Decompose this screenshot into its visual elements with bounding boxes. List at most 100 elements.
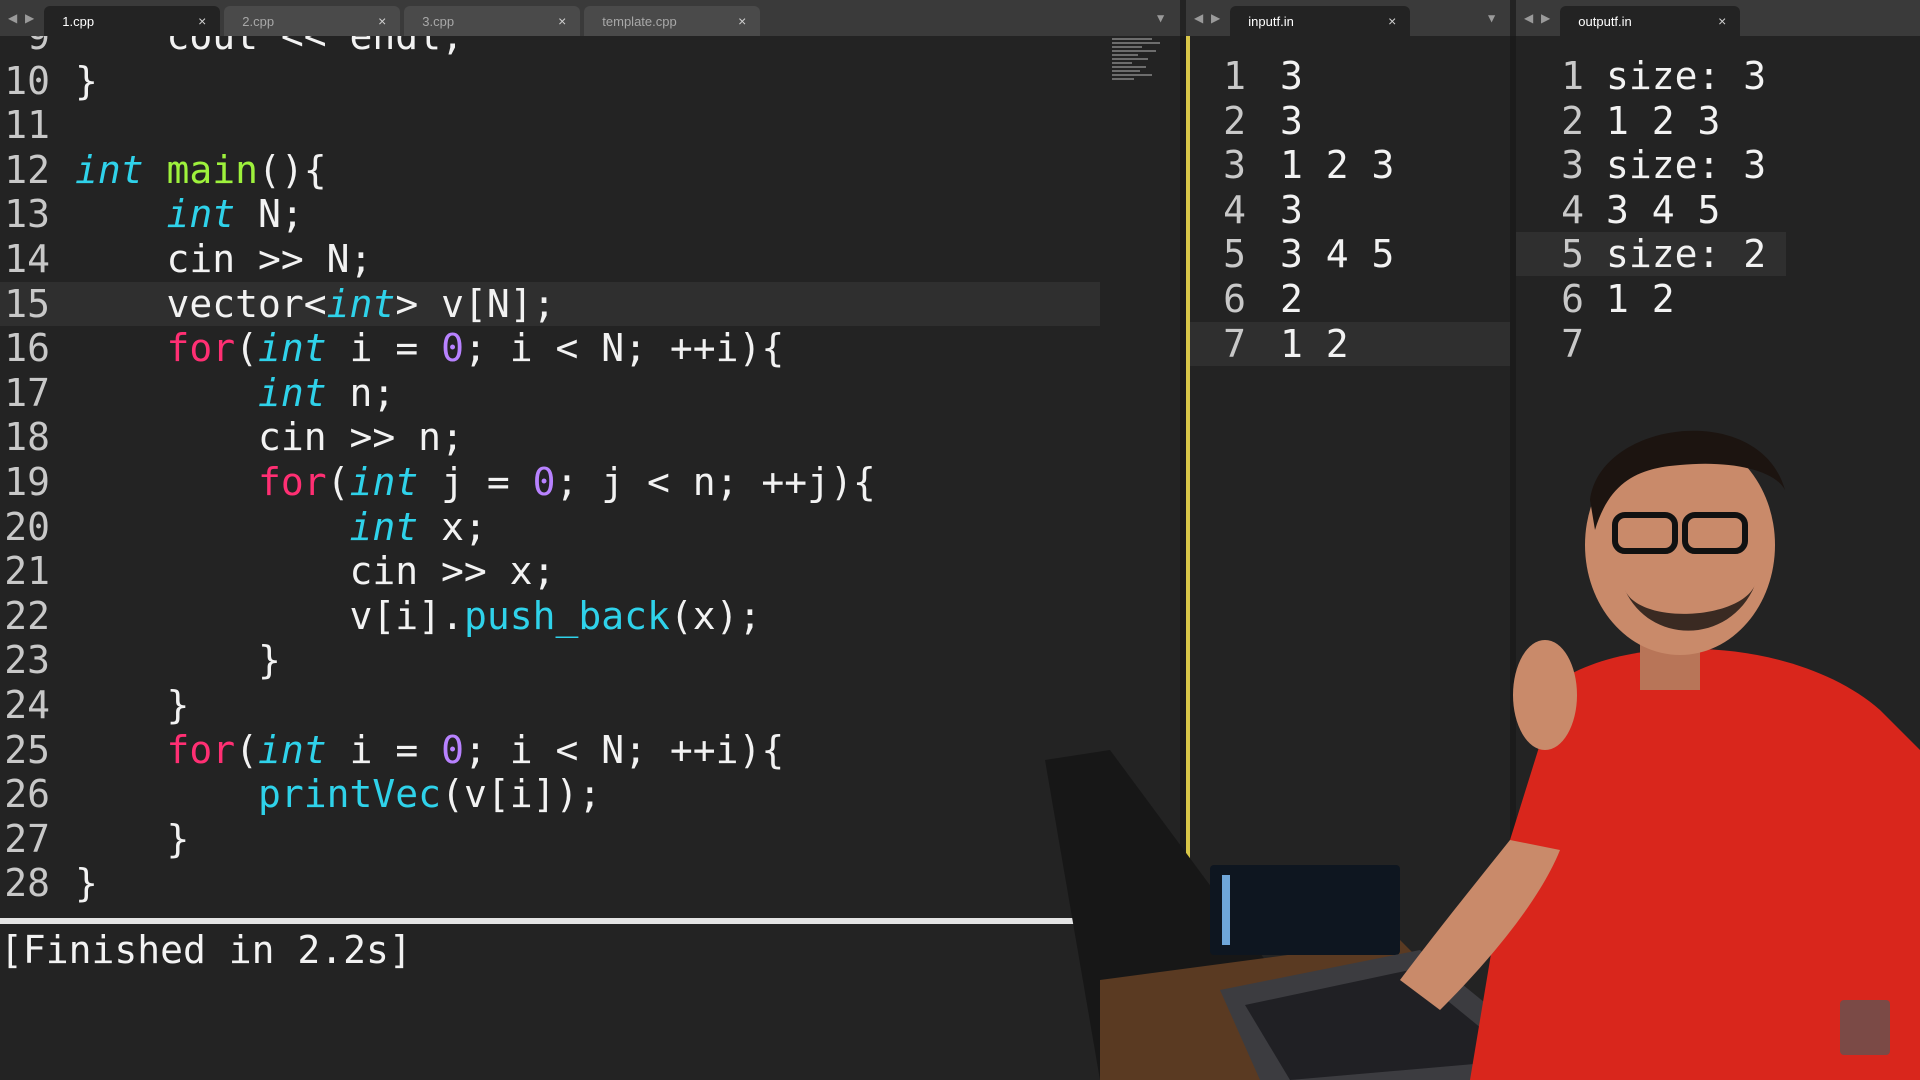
editor-line[interactable]: 17 int n; [0,371,1100,415]
editor-line[interactable]: 7 1 2 [1190,321,1510,366]
close-icon[interactable]: × [378,13,386,29]
editor-line[interactable]: 5 size: 2 [1516,232,1786,277]
tab-nav-arrows[interactable]: ◀ ▶ [1516,11,1560,36]
line-number: 1 [1561,54,1584,98]
editor-line[interactable]: 10} [0,59,1100,103]
editor-line[interactable]: 1 size: 3 [1516,54,1786,98]
close-icon[interactable]: × [558,13,566,29]
code-token: main [166,147,259,192]
close-icon[interactable]: × [1388,13,1396,29]
line-number: 22 [4,593,50,638]
tab-3-cpp[interactable]: 3.cpp × [404,6,581,36]
build-console: [Finished in 2.2s] [0,924,1085,1080]
code-token: vector< [75,281,327,326]
input-tab-bar: ◀ ▶ inputf.in × ▼ [1186,0,1510,36]
line-code: size: 2 [1606,232,1767,277]
editor-line[interactable]: 3 size: 3 [1516,143,1786,187]
monitor [1210,865,1400,955]
tab-nav-arrows[interactable]: ◀ ▶ [1186,11,1230,36]
code-editor[interactable]: 9 cout << endl; 10} 11 12 int main(){13 int … [0,36,1180,918]
code-token: 0 [441,727,464,772]
editor-line[interactable]: 7 [1516,322,1786,366]
editor-line[interactable]: 22 v[i].push_back(x); [0,594,1100,638]
line-code: } [75,817,190,861]
code-token: x; [418,504,487,549]
editor-line[interactable]: 26 printVec(v[i]); [0,772,1100,816]
line-code: int x; [75,505,487,549]
code-token: N; [235,192,304,237]
line-code: size: 3 [1606,54,1767,98]
editor-line[interactable]: 23 } [0,638,1100,682]
output-tab-bar: ◀ ▶ outputf.in × [1516,0,1920,36]
presenter-hand [1513,640,1577,750]
tab-dropdown-icon[interactable]: ▼ [1488,11,1495,25]
line-code: 3 4 5 [1280,232,1395,277]
editor-line[interactable]: 9 cout << endl; [0,36,1100,58]
editor-line[interactable]: 3 1 2 3 [1190,143,1510,187]
minimap[interactable] [1112,36,1162,96]
editor-line[interactable]: 11 [0,103,1100,147]
editor-line[interactable]: 20 int x; [0,505,1100,549]
editor-line[interactable]: 5 3 4 5 [1190,232,1510,276]
tab-label: 1.cpp [62,13,95,29]
close-icon[interactable]: × [738,13,746,29]
editor-line[interactable]: 21 cin >> x; [0,549,1100,593]
code-token: ; j < n; ++j){ [555,460,876,504]
editor-line[interactable]: 27 } [0,817,1100,861]
code-token: 0 [532,460,556,504]
tab-1-cpp[interactable]: 1.cpp × [44,6,221,36]
editor-line[interactable]: 62 [1190,277,1510,321]
line-number: 25 [4,727,50,772]
editor-line[interactable]: 13 [1190,54,1510,98]
editor-line[interactable]: 12 int main(){ [0,148,1100,192]
channel-avatar [1840,1000,1890,1055]
line-number: 7 [1223,321,1246,366]
editor-line[interactable]: 2 1 2 3 [1516,99,1786,143]
editor-line[interactable]: 14 cin >> N; [0,237,1100,281]
editor-line[interactable]: 4 3 4 5 [1516,188,1786,232]
tab-nav-arrows[interactable]: ◀ ▶ [0,11,44,36]
editor-line[interactable]: 25 for(int i = 0; i < N; ++i){ [0,728,1100,772]
tab-dropdown-icon[interactable]: ▼ [1157,11,1164,25]
webcam-overlay [1045,430,1920,1080]
editor-line[interactable]: 23 [1190,99,1510,143]
line-code: 1 2 3 [1280,143,1395,188]
line-number: 14 [4,237,50,281]
line-number: 18 [4,415,50,460]
code-token: int [349,460,419,504]
code-token: n; [326,370,396,415]
editor-line[interactable]: 15 vector<int> v[N]; [0,281,1100,326]
code-token: i = [326,727,442,772]
code-token: cin >> x; [75,549,556,594]
line-number: 17 [4,370,50,415]
close-icon[interactable]: × [1718,13,1726,29]
line-code: v[i].push_back(x); [75,594,762,638]
editor-line[interactable]: 13 int N; [0,192,1100,236]
line-code: 3 [1280,98,1303,143]
close-icon[interactable]: × [198,13,206,29]
line-code: for(int i = 0; i < N; ++i){ [75,326,785,371]
editor-line[interactable]: 19 for(int j = 0; j < n; ++j){ [0,460,1100,504]
tab-outputf[interactable]: outputf.in × [1560,6,1741,36]
editor-line[interactable]: 6 1 2 [1516,277,1786,321]
tab-template-cpp[interactable]: template.cpp × [584,6,761,36]
tab-2-cpp[interactable]: 2.cpp × [224,6,401,36]
tab-inputf[interactable]: inputf.in × [1230,6,1411,36]
line-code: } [75,59,98,103]
line-number: 9 [27,36,50,58]
editor-line[interactable]: 28} [0,861,1100,905]
tab-label: template.cpp [602,13,677,29]
line-number: 7 [1561,321,1584,366]
line-code: vector<int> v[N]; [75,281,556,326]
editor-line[interactable]: 16 for(int i = 0; i < N; ++i){ [0,326,1100,370]
tab-label: inputf.in [1248,13,1294,29]
code-token: ( [326,460,350,504]
editor-line[interactable]: 43 [1190,188,1510,232]
line-code: 1 2 [1606,277,1675,321]
code-token: int [258,326,327,371]
editor-line[interactable]: 24 } [0,683,1100,727]
editor-line[interactable]: 18 cin >> n; [0,415,1100,459]
